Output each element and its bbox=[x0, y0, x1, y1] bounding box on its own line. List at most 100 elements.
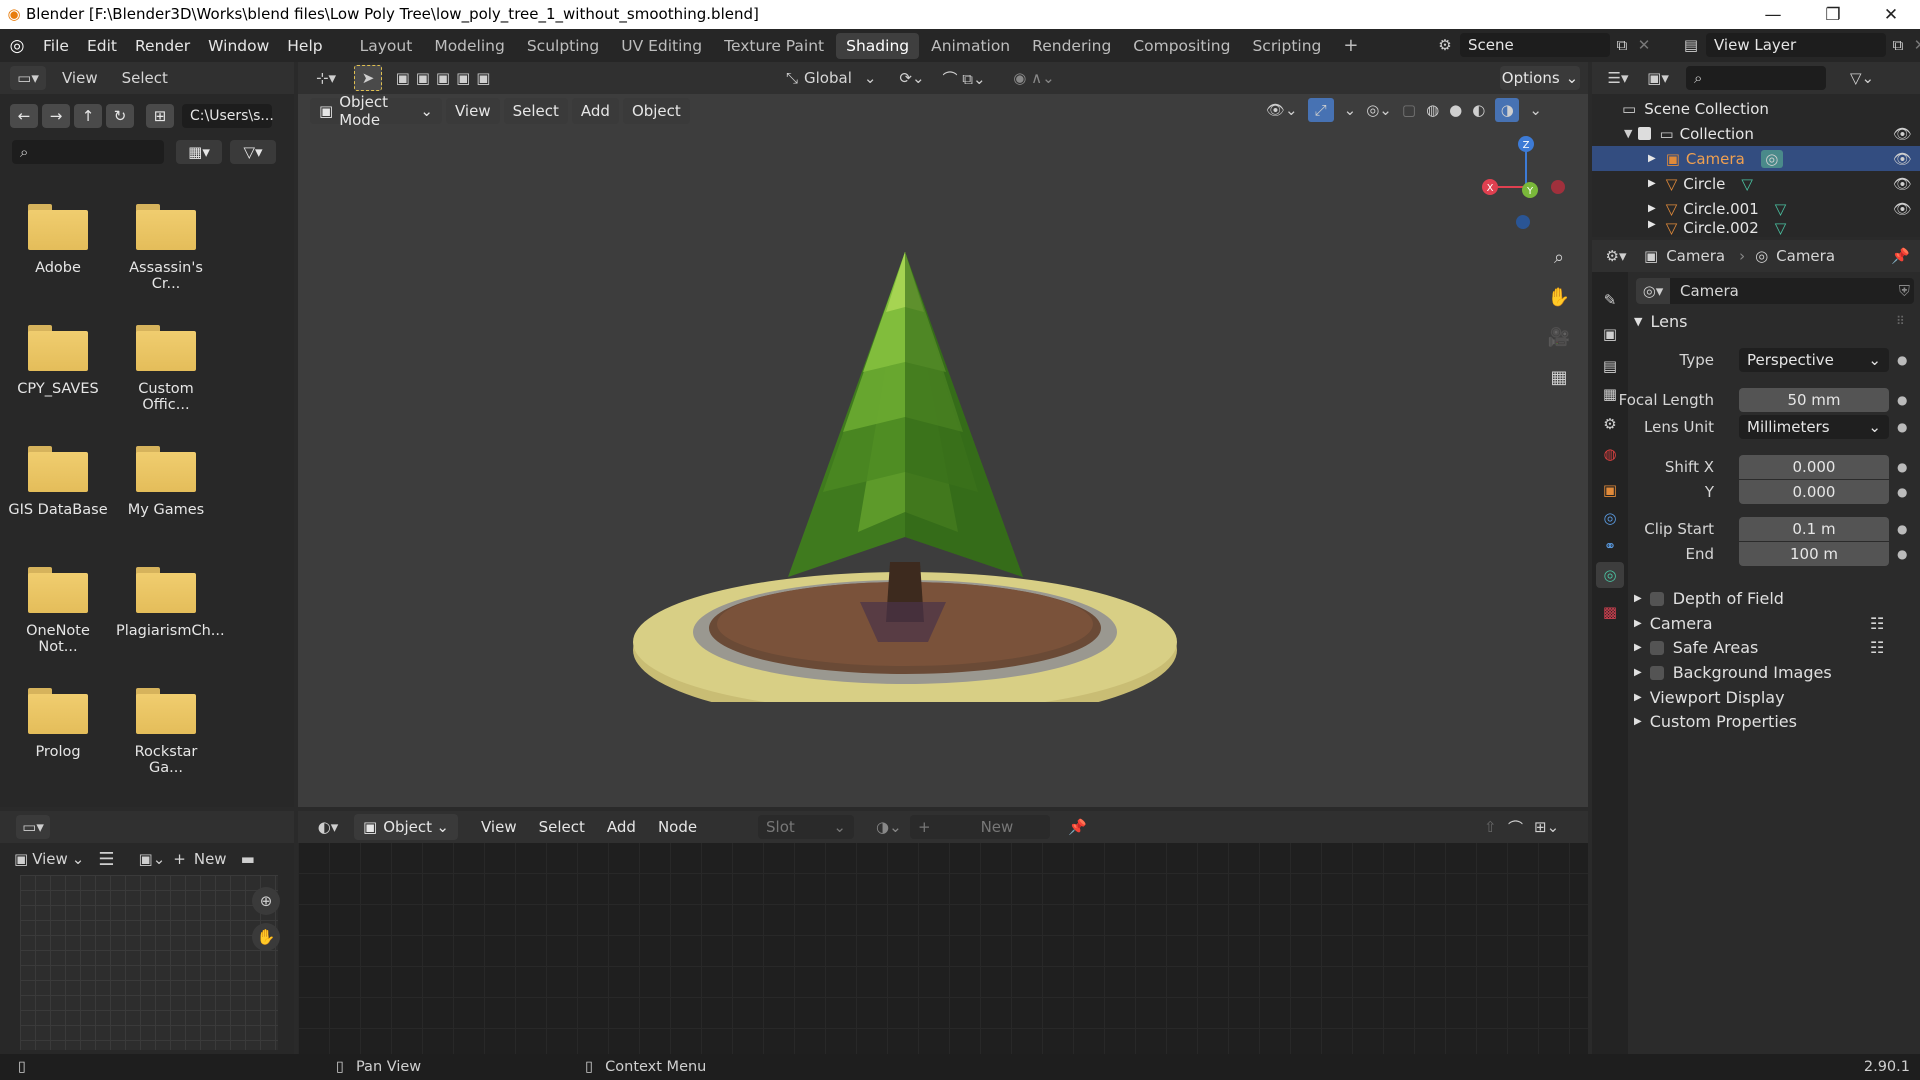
keyframe-dot-icon[interactable]: ● bbox=[1897, 485, 1907, 499]
view-layer-name-field[interactable]: View Layer bbox=[1706, 33, 1886, 57]
scene-icon[interactable]: ⚙ bbox=[1430, 33, 1460, 57]
background-images-panel[interactable]: ▶ Background Images bbox=[1634, 663, 1832, 682]
editor-type-icon[interactable]: ⚙▾ bbox=[1598, 247, 1634, 265]
pivot-icon[interactable]: ⟳⌄ bbox=[892, 69, 932, 87]
zoom-icon[interactable]: ⊕ bbox=[252, 887, 280, 915]
snap-icon[interactable]: ⌒ bbox=[1508, 817, 1523, 838]
camera-data-icon[interactable]: ◎▾ bbox=[1636, 278, 1670, 304]
viewport-menu-view[interactable]: View bbox=[446, 98, 500, 124]
chevron-down-icon[interactable]: ⌄ bbox=[1529, 101, 1542, 119]
proportional-edit-icon[interactable]: ◉ ∧⌄ bbox=[1004, 69, 1064, 87]
fb-search-input[interactable]: ⌕ bbox=[12, 140, 164, 164]
outliner-item-circle-001[interactable]: ▶ ▽ Circle.001 ▽ 👁 bbox=[1592, 196, 1920, 221]
image-browse-icon[interactable]: ▣⌄ bbox=[139, 850, 166, 868]
chevron-down-icon[interactable]: ⌄ bbox=[1344, 101, 1357, 119]
viewport-menu-select[interactable]: Select bbox=[503, 98, 568, 124]
parent-node-icon[interactable]: ⇧ bbox=[1484, 818, 1497, 836]
keyframe-dot-icon[interactable]: ● bbox=[1897, 393, 1907, 407]
editor-type-icon[interactable]: ⊹▾ bbox=[306, 65, 346, 91]
editor-type-icon[interactable]: ▭▾ bbox=[10, 66, 46, 90]
presets-list-icon[interactable]: ☷ bbox=[1870, 614, 1884, 633]
node-menu-view[interactable]: View bbox=[472, 814, 526, 840]
mesh-data-icon[interactable]: ▽ bbox=[1741, 175, 1753, 193]
xray-icon[interactable]: ▢ bbox=[1402, 101, 1416, 119]
overlays-icon[interactable]: ◎⌄ bbox=[1366, 101, 1392, 119]
remove-view-layer-icon[interactable]: ✕ bbox=[1910, 33, 1920, 57]
shader-type-dropdown[interactable]: ▣ Object ⌄ bbox=[354, 814, 458, 840]
editor-type-icon[interactable]: ▭▾ bbox=[16, 815, 50, 839]
minimize-button[interactable]: — bbox=[1744, 0, 1802, 29]
expand-arrow-icon[interactable]: ▶ bbox=[1648, 219, 1656, 230]
path-field[interactable]: C:\Users\s... bbox=[182, 104, 274, 128]
navigation-gizmo[interactable]: Z X Y bbox=[1476, 132, 1576, 232]
rendered-shading-icon[interactable]: ◑ bbox=[1495, 98, 1520, 122]
visibility-icon[interactable]: 👁⌄ bbox=[1266, 101, 1298, 119]
fb-menu-view[interactable]: View bbox=[62, 69, 98, 87]
editor-type-icon[interactable]: ☰▾ bbox=[1600, 69, 1636, 87]
viewport-menu-add[interactable]: Add bbox=[571, 98, 619, 124]
depth-of-field-panel[interactable]: ▶ Depth of Field bbox=[1634, 589, 1784, 608]
image-canvas[interactable] bbox=[20, 875, 278, 1050]
gizmo-neg-x-axis[interactable] bbox=[1551, 180, 1565, 194]
expand-arrow-icon[interactable]: ▼ bbox=[1624, 127, 1632, 140]
keyframe-dot-icon[interactable]: ● bbox=[1897, 460, 1907, 474]
display-mode-icon[interactable]: ▦▾ bbox=[176, 140, 222, 164]
folder-item[interactable]: Rockstar Ga... bbox=[116, 688, 216, 776]
tab-uv-editing[interactable]: UV Editing bbox=[611, 33, 712, 59]
checkbox-icon[interactable] bbox=[1638, 127, 1652, 140]
clip-start-field[interactable]: 0.1 m bbox=[1739, 517, 1889, 541]
mesh-data-icon[interactable]: ▽ bbox=[1775, 219, 1787, 237]
fake-user-shield-icon[interactable]: ⛨ bbox=[1899, 282, 1910, 300]
close-button[interactable]: ✕ bbox=[1862, 0, 1920, 29]
expand-arrow-icon[interactable]: ▶ bbox=[1648, 203, 1656, 214]
camera-panel[interactable]: ▶ Camera bbox=[1634, 614, 1713, 633]
perspective-toggle-icon[interactable]: ▦ bbox=[1544, 362, 1574, 392]
pan-hand-icon[interactable]: ✋ bbox=[252, 923, 280, 951]
parent-dir-icon[interactable]: ↑ bbox=[74, 104, 102, 128]
add-workspace-button[interactable]: + bbox=[1333, 33, 1368, 59]
blender-menu-icon[interactable]: ◎ bbox=[0, 29, 34, 62]
outliner-item-camera[interactable]: ▶ ▣ Camera ◎ 👁 bbox=[1592, 146, 1920, 171]
tab-shading[interactable]: Shading bbox=[836, 32, 920, 59]
tab-texture-paint[interactable]: Texture Paint bbox=[714, 33, 834, 59]
menu-help[interactable]: Help bbox=[278, 29, 331, 62]
tab-compositing[interactable]: Compositing bbox=[1123, 33, 1240, 59]
gizmo-toggle-icon[interactable]: ⤢ bbox=[1307, 98, 1334, 122]
lens-unit-dropdown[interactable]: Millimeters ⌄ bbox=[1739, 415, 1889, 439]
menu-render[interactable]: Render bbox=[126, 29, 199, 62]
focal-length-field[interactable]: 50 mm bbox=[1739, 388, 1889, 412]
eye-icon[interactable]: 👁 bbox=[1893, 150, 1912, 168]
outliner-item-circle[interactable]: ▶ ▽ Circle ▽ 👁 bbox=[1592, 171, 1920, 196]
expand-arrow-icon[interactable]: ▶ bbox=[1648, 178, 1656, 189]
eye-icon[interactable]: 👁 bbox=[1893, 125, 1912, 143]
pan-hand-icon[interactable]: ✋ bbox=[1544, 282, 1574, 312]
select-tool-icon[interactable]: ➤ bbox=[354, 65, 382, 91]
outliner-search-input[interactable]: ⌕ bbox=[1686, 66, 1826, 90]
orientation-selector[interactable]: ⤡ Global ⌄ bbox=[786, 69, 876, 87]
shift-x-field[interactable]: 0.000 bbox=[1739, 455, 1889, 479]
pin-icon[interactable]: 📌 bbox=[1068, 818, 1087, 836]
custom-properties-panel[interactable]: ▶ Custom Properties bbox=[1634, 712, 1797, 731]
new-folder-icon[interactable]: ⊞ bbox=[146, 104, 174, 128]
mesh-data-icon[interactable]: ▽ bbox=[1775, 200, 1787, 218]
keyframe-dot-icon[interactable]: ● bbox=[1897, 420, 1907, 434]
checkbox-icon[interactable] bbox=[1649, 640, 1664, 655]
shift-y-field[interactable]: 0.000 bbox=[1739, 480, 1889, 504]
datablock-selector[interactable]: ◎▾ Camera ⛨ bbox=[1636, 278, 1914, 304]
menu-window[interactable]: Window bbox=[199, 29, 278, 62]
camera-view-icon[interactable]: 🎥 bbox=[1544, 322, 1574, 352]
eye-icon[interactable]: 👁 bbox=[1893, 175, 1912, 193]
material-shading-icon[interactable]: ◐ bbox=[1472, 101, 1485, 119]
filter-icon[interactable]: ▽▾ bbox=[230, 140, 276, 164]
lens-panel-header[interactable]: ▼ Lens bbox=[1634, 312, 1687, 331]
folder-item[interactable]: OneNote Not... bbox=[8, 567, 108, 655]
viewport-display-panel[interactable]: ▶ Viewport Display bbox=[1634, 688, 1785, 707]
keyframe-dot-icon[interactable]: ● bbox=[1897, 522, 1907, 536]
checkbox-icon[interactable] bbox=[1649, 591, 1664, 606]
object-mode-dropdown[interactable]: ▣ Object Mode ⌄ bbox=[310, 93, 442, 129]
filter-icon[interactable]: ▽⌄ bbox=[1850, 69, 1874, 87]
view-layer-icon[interactable]: ▤ bbox=[1676, 33, 1706, 57]
back-arrow-icon[interactable]: ← bbox=[10, 104, 38, 128]
editor-type-icon[interactable]: ◐▾ bbox=[308, 818, 348, 836]
folder-item[interactable]: CPY_SAVES bbox=[8, 325, 108, 397]
